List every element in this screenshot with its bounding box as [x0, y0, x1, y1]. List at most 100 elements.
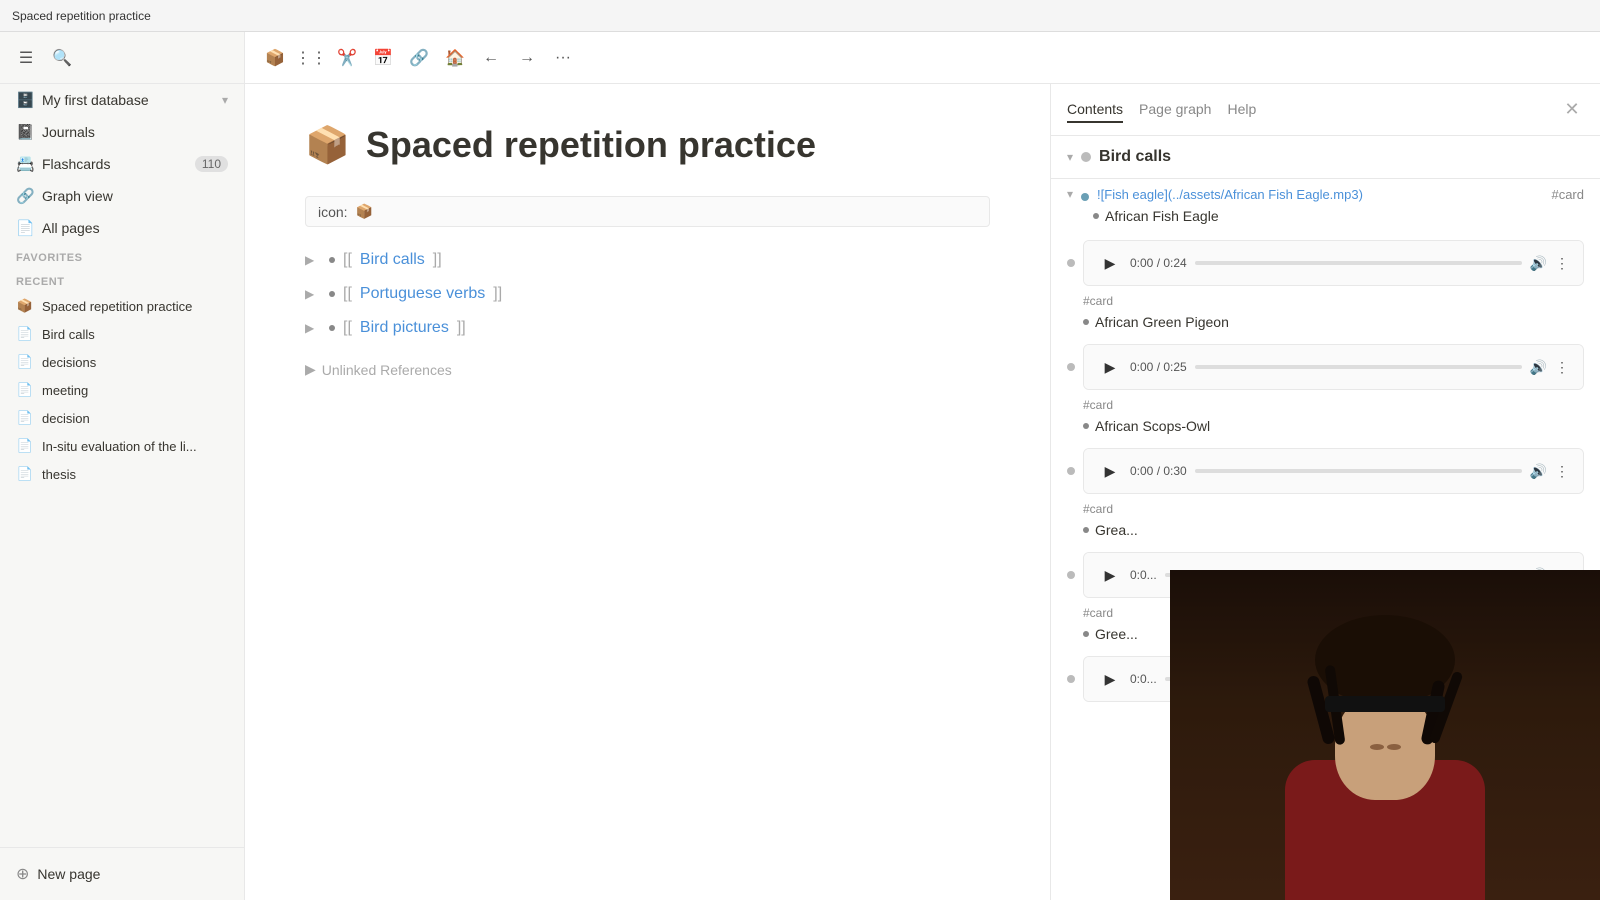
rp-card-2-audio: ▶ 0:00 / 0:25 🔊 ⋮ — [1084, 345, 1583, 389]
rp-card5-bullet — [1067, 675, 1075, 683]
recent-item-spaced-rep[interactable]: 📦 Spaced repetition practice — [4, 293, 240, 319]
rp-card-5-time: 0:0... — [1130, 672, 1157, 686]
recent-item-thesis[interactable]: 📄 thesis — [4, 461, 240, 487]
new-page-button[interactable]: ⊕ New page — [4, 856, 240, 892]
rp-card-1-play-btn[interactable]: ▶ — [1098, 251, 1122, 275]
open-bracket-3: [[ — [343, 319, 352, 337]
toolbar-cut-btn[interactable]: ✂️ — [333, 44, 361, 72]
rp-section-title: Bird calls — [1099, 148, 1584, 166]
rp-card-2-progress-track[interactable] — [1195, 365, 1522, 369]
rp-card3-bird-name: Grea... — [1095, 522, 1138, 538]
rp-card-5-play-btn[interactable]: ▶ — [1098, 667, 1122, 691]
video-person — [1170, 570, 1600, 900]
toolbar-grid-btn[interactable]: ⋮⋮ — [297, 44, 325, 72]
recent-item-decisions[interactable]: 📄 decisions — [4, 349, 240, 375]
sidebar-item-flashcards[interactable]: 📇 Flashcards 110 — [4, 149, 240, 179]
rp-card-2-volume-icon[interactable]: 🔊 — [1530, 359, 1547, 376]
rp-card-2-play-btn[interactable]: ▶ — [1098, 355, 1122, 379]
favorites-section-label: FAVORITES — [0, 244, 244, 268]
block-toggle-icon[interactable]: ▶ — [305, 253, 321, 267]
rp-card1-tag-label: #card — [1083, 294, 1113, 308]
titlebar-title: Spaced repetition practice — [12, 9, 151, 23]
right-panel-close-button[interactable]: ✕ — [1560, 98, 1584, 122]
all-pages-label: All pages — [42, 220, 228, 236]
sidebar-item-journals[interactable]: 📓 Journals — [4, 117, 240, 147]
rp-card-1-progress-track[interactable] — [1195, 261, 1522, 265]
rp-card1-bird-name: African Green Pigeon — [1095, 314, 1229, 330]
block-toggle-icon-3[interactable]: ▶ — [305, 321, 321, 335]
search-button[interactable]: 🔍 — [48, 44, 76, 72]
rp-section-bullet — [1081, 152, 1091, 162]
sidebar-bottom: ⊕ New page — [0, 847, 244, 900]
rp-sub-item-top: African Fish Eagle — [1051, 206, 1600, 232]
toolbar-more-btn[interactable]: ··· — [549, 44, 577, 72]
tab-help[interactable]: Help — [1227, 97, 1256, 123]
sidebar-item-workspace[interactable]: 🗄️ My first database ▾ — [4, 85, 240, 115]
new-page-icon: ⊕ — [16, 864, 29, 884]
rp-item-link-top[interactable]: ![Fish eagle](../assets/African Fish Eag… — [1097, 187, 1540, 202]
rp-card2-name-bullet — [1083, 423, 1089, 429]
sidebar-item-all-pages[interactable]: 📄 All pages — [4, 213, 240, 243]
toggle-sidebar-button[interactable]: ☰ — [12, 44, 40, 72]
rp-card3-name-bullet — [1083, 527, 1089, 533]
block-toggle-icon-2[interactable]: ▶ — [305, 287, 321, 301]
block-bullet-2 — [329, 291, 335, 297]
rp-card-2-more-icon[interactable]: ⋮ — [1555, 359, 1569, 376]
block-bird-pictures: ▶ [[Bird pictures]] — [305, 315, 990, 341]
rp-card-1-volume-icon[interactable]: 🔊 — [1530, 255, 1547, 272]
recent-item-bird-calls[interactable]: 📄 Bird calls — [4, 321, 240, 347]
unlinked-refs-toggle-icon: ▶ — [305, 361, 316, 378]
sidebar: ☰ 🔍 🗄️ My first database ▾ 📓 Journals 📇 … — [0, 32, 245, 900]
toolbar-plugin-btn[interactable]: 📦 — [261, 44, 289, 72]
toolbar-forward-btn[interactable]: → — [513, 44, 541, 72]
rp-card-group-2: ▶ 0:00 / 0:25 🔊 ⋮ — [1051, 340, 1600, 440]
rp-card-4-play-btn[interactable]: ▶ — [1098, 563, 1122, 587]
rp-card-3-progress-track[interactable] — [1195, 469, 1522, 473]
block-link-bird-calls[interactable]: Bird calls — [360, 251, 425, 269]
rp-card1-row: ▶ 0:00 / 0:24 🔊 ⋮ — [1051, 236, 1600, 290]
toolbar-link-btn[interactable]: 🔗 — [405, 44, 433, 72]
rp-card2-row: ▶ 0:00 / 0:25 🔊 ⋮ — [1051, 340, 1600, 394]
rp-card-3-more-icon[interactable]: ⋮ — [1555, 463, 1569, 480]
toolbar: 📦 ⋮⋮ ✂️ 📅 🔗 🏠 ← → ··· — [245, 32, 1600, 84]
flashcards-label: Flashcards — [42, 156, 187, 172]
unlinked-refs-label: Unlinked References — [322, 362, 452, 378]
toolbar-home-btn[interactable]: 🏠 — [441, 44, 469, 72]
rp-top-item: ▾ ![Fish eagle](../assets/African Fish E… — [1051, 179, 1600, 206]
rp-card1-name-bullet — [1083, 319, 1089, 325]
rp-sub-bullet — [1093, 213, 1099, 219]
sidebar-item-graph-view[interactable]: 🔗 Graph view — [4, 181, 240, 211]
close-bracket-2: ]] — [493, 285, 502, 303]
tab-page-graph[interactable]: Page graph — [1139, 97, 1211, 123]
rp-card-1: ▶ 0:00 / 0:24 🔊 ⋮ — [1083, 240, 1584, 286]
recent-item-meeting[interactable]: 📄 meeting — [4, 377, 240, 403]
decision-label: decision — [42, 411, 90, 426]
rp-card3-row: ▶ 0:00 / 0:30 🔊 ⋮ — [1051, 444, 1600, 498]
recent-item-decision[interactable]: 📄 decision — [4, 405, 240, 431]
rp-card3-tag-label: #card — [1083, 502, 1113, 516]
journals-icon: 📓 — [16, 123, 34, 141]
recent-item-in-situ[interactable]: 📄 In-situ evaluation of the li... — [4, 433, 240, 459]
spaced-rep-icon: 📦 — [16, 298, 34, 314]
rp-card-3-volume-icon[interactable]: 🔊 — [1530, 463, 1547, 480]
rp-section-toggle-icon[interactable]: ▾ — [1067, 150, 1073, 164]
rp-card-2: ▶ 0:00 / 0:25 🔊 ⋮ — [1083, 344, 1584, 390]
close-bracket-1: ]] — [433, 251, 442, 269]
rp-card-3-play-btn[interactable]: ▶ — [1098, 459, 1122, 483]
unlinked-references[interactable]: ▶ Unlinked References — [305, 361, 990, 378]
person-headband — [1325, 696, 1445, 712]
rp-item-toggle[interactable]: ▾ — [1067, 187, 1073, 201]
block-link-portuguese-verbs[interactable]: Portuguese verbs — [360, 285, 485, 303]
property-value: 📦 — [356, 203, 373, 220]
toolbar-calendar-btn[interactable]: 📅 — [369, 44, 397, 72]
block-link-bird-pictures[interactable]: Bird pictures — [360, 319, 449, 337]
tab-contents[interactable]: Contents — [1067, 97, 1123, 123]
rp-card-1-more-icon[interactable]: ⋮ — [1555, 255, 1569, 272]
rp-card-2-tag: #card — [1051, 394, 1600, 416]
person-scene — [1170, 570, 1600, 900]
rp-item-tag-top: #card — [1548, 187, 1584, 202]
page-title: Spaced repetition practice — [366, 124, 816, 166]
rp-card2-bird-name: African Scops-Owl — [1095, 418, 1210, 434]
toolbar-back-btn[interactable]: ← — [477, 44, 505, 72]
sidebar-header: ☰ 🔍 — [0, 32, 244, 84]
